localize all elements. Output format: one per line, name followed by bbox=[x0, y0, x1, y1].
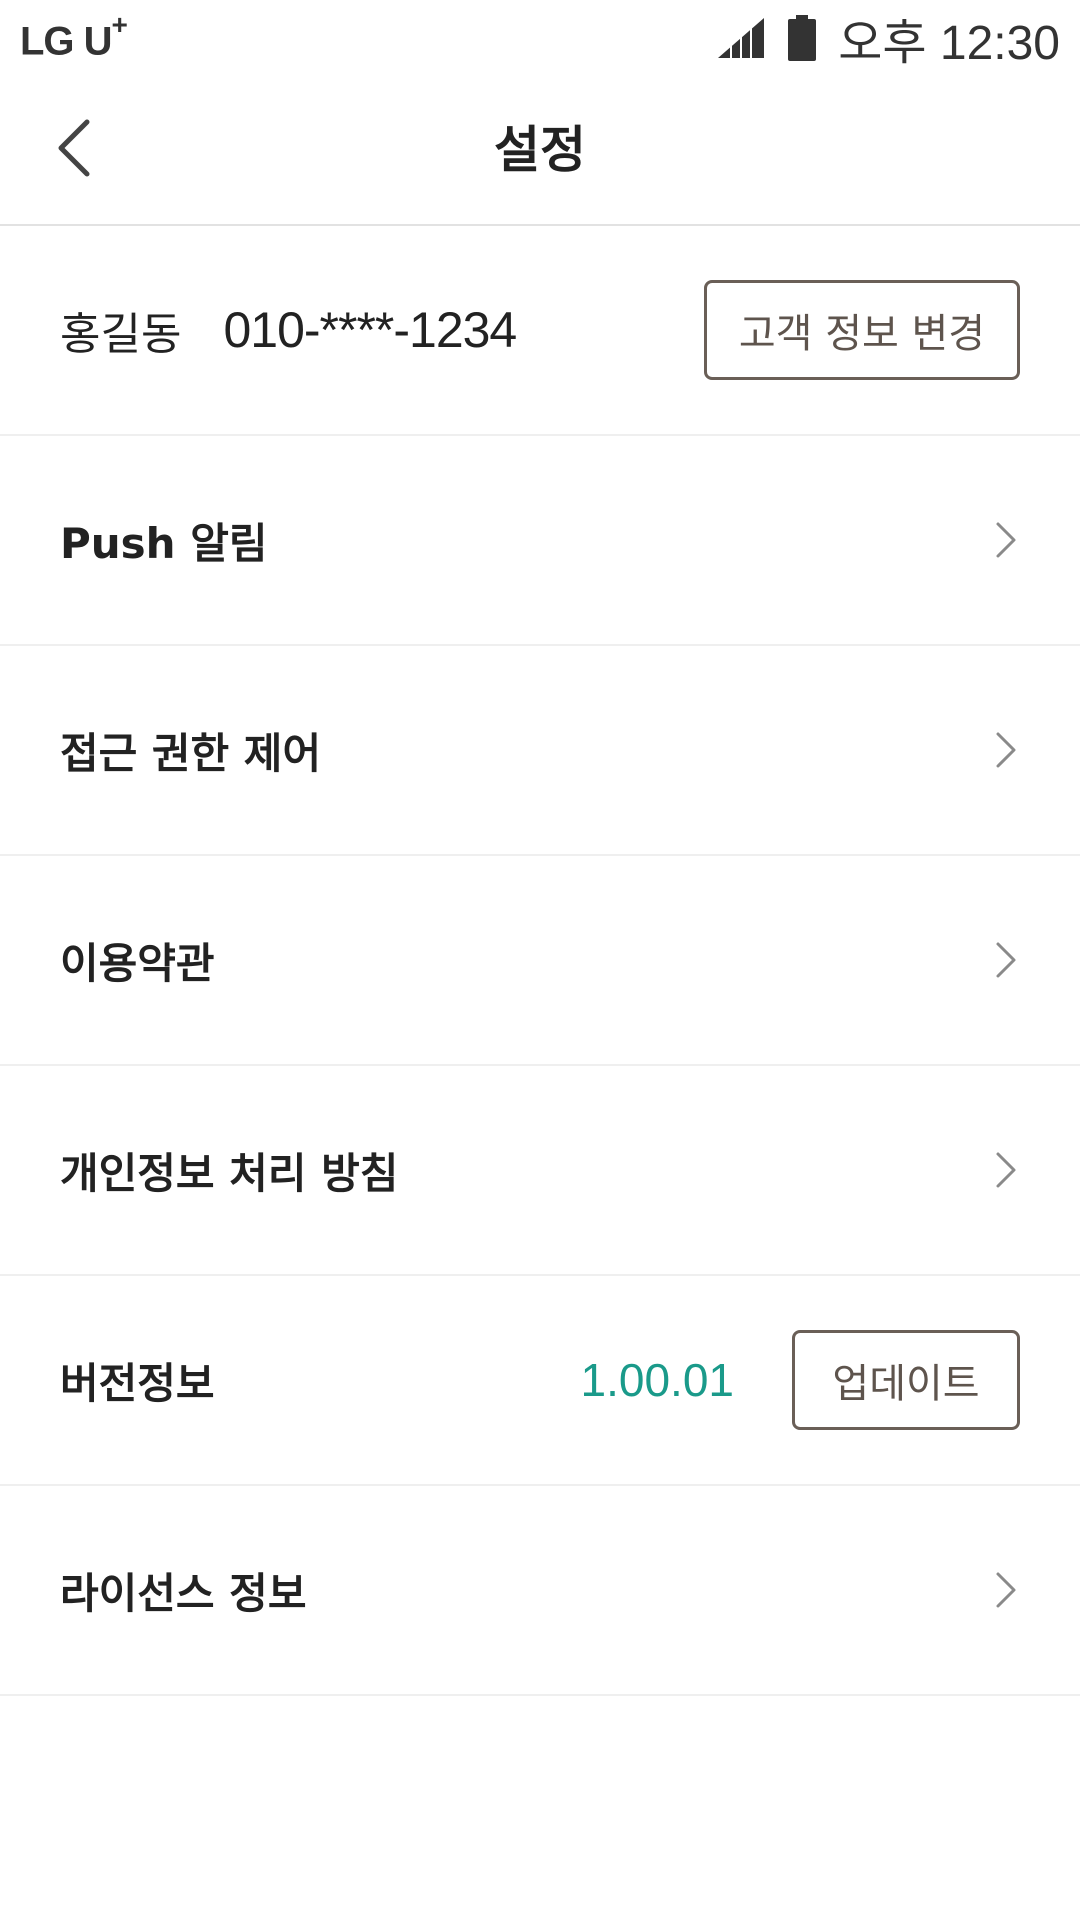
menu-item-label: 개인정보 처리 방침 bbox=[60, 1148, 399, 1198]
menu-item-label: 접근 권한 제어 bbox=[60, 728, 322, 778]
profile-row: 홍길동 010-****-1234 고객 정보 변경 bbox=[0, 226, 1080, 436]
menu-item-label: Push 알림 bbox=[60, 518, 268, 568]
carrier-plus: + bbox=[111, 9, 128, 41]
update-button[interactable]: 업데이트 bbox=[792, 1330, 1020, 1430]
menu-item-push[interactable]: Push 알림 bbox=[0, 436, 1080, 646]
app-header: 설정 bbox=[0, 76, 1080, 226]
version-label: 버전정보 bbox=[60, 1358, 215, 1408]
menu-item-label: 라이선스 정보 bbox=[60, 1568, 307, 1618]
menu-item-privacy[interactable]: 개인정보 처리 방침 bbox=[0, 1066, 1080, 1276]
profile-name: 홍길동 bbox=[60, 309, 182, 360]
menu-item-license[interactable]: 라이선스 정보 bbox=[0, 1486, 1080, 1696]
chevron-right-icon bbox=[990, 1150, 1020, 1190]
chevron-right-icon bbox=[990, 940, 1020, 980]
status-clock: 오후 12:30 bbox=[838, 17, 1060, 70]
chevron-left-icon bbox=[57, 118, 91, 182]
back-button[interactable] bbox=[44, 114, 104, 186]
status-bar: LG U+ 오후 12:30 bbox=[0, 0, 1080, 76]
settings-list: 홍길동 010-****-1234 고객 정보 변경 Push 알림 접근 권한… bbox=[0, 226, 1080, 1696]
battery-icon bbox=[788, 15, 817, 61]
chevron-right-icon bbox=[990, 730, 1020, 770]
chevron-right-icon bbox=[990, 520, 1020, 560]
signal-icon bbox=[716, 16, 766, 60]
version-row: 버전정보 1.00.01 업데이트 bbox=[0, 1276, 1080, 1486]
status-indicators: 오후 12:30 bbox=[716, 3, 1060, 73]
version-value: 1.00.01 bbox=[580, 1354, 734, 1406]
menu-item-label: 이용약관 bbox=[60, 938, 215, 988]
carrier-label: LG U+ bbox=[20, 9, 128, 64]
profile-phone: 010-****-1234 bbox=[223, 302, 517, 358]
chevron-right-icon bbox=[990, 1570, 1020, 1610]
menu-item-permissions[interactable]: 접근 권한 제어 bbox=[0, 646, 1080, 856]
carrier-name: LG U bbox=[20, 19, 113, 64]
edit-customer-info-button[interactable]: 고객 정보 변경 bbox=[704, 280, 1020, 380]
page-title: 설정 bbox=[494, 121, 586, 179]
menu-item-terms[interactable]: 이용약관 bbox=[0, 856, 1080, 1066]
